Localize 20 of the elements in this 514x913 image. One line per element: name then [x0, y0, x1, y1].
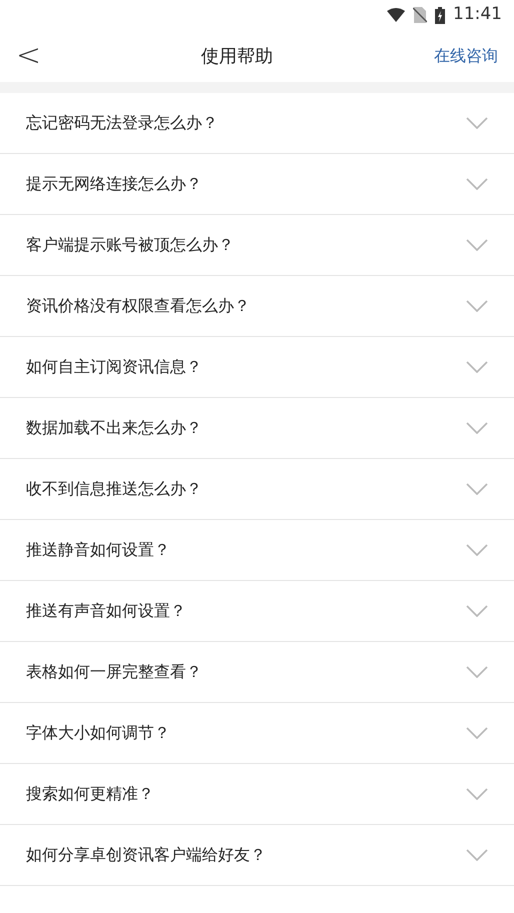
faq-item[interactable]: 如何分享卓创资讯客户端给好友？ — [0, 825, 514, 886]
faq-item[interactable]: 资讯价格没有权限查看怎么办？ — [0, 276, 514, 337]
faq-item[interactable]: 字体大小如何调节？ — [0, 703, 514, 764]
no-sim-icon — [413, 7, 427, 23]
faq-item[interactable]: 客户端提示账号被顶怎么办？ — [0, 215, 514, 276]
faq-item[interactable]: 推送有声音如何设置？ — [0, 581, 514, 642]
faq-item[interactable]: 搜索如何更精准？ — [0, 764, 514, 825]
online-consult-link[interactable]: 在线咨询 — [434, 44, 498, 68]
back-button[interactable]: < — [16, 41, 40, 71]
faq-item[interactable]: 收不到信息推送怎么办？ — [0, 459, 514, 520]
wifi-icon — [387, 8, 405, 22]
faq-item[interactable]: 推送静音如何设置？ — [0, 520, 514, 581]
faq-item[interactable]: 忘记密码无法登录怎么办？ — [0, 93, 514, 154]
page-title: 使用帮助 — [201, 44, 273, 68]
faq-item[interactable]: 表格如何一屏完整查看？ — [0, 642, 514, 703]
battery-charging-icon — [435, 6, 445, 24]
faq-item[interactable]: 数据加载不出来怎么办？ — [0, 398, 514, 459]
faq-item[interactable]: 如何自主订阅资讯信息？ — [0, 337, 514, 398]
faq-item[interactable]: 提示无网络连接怎么办？ — [0, 154, 514, 215]
status-time: 11:41 — [453, 3, 502, 26]
